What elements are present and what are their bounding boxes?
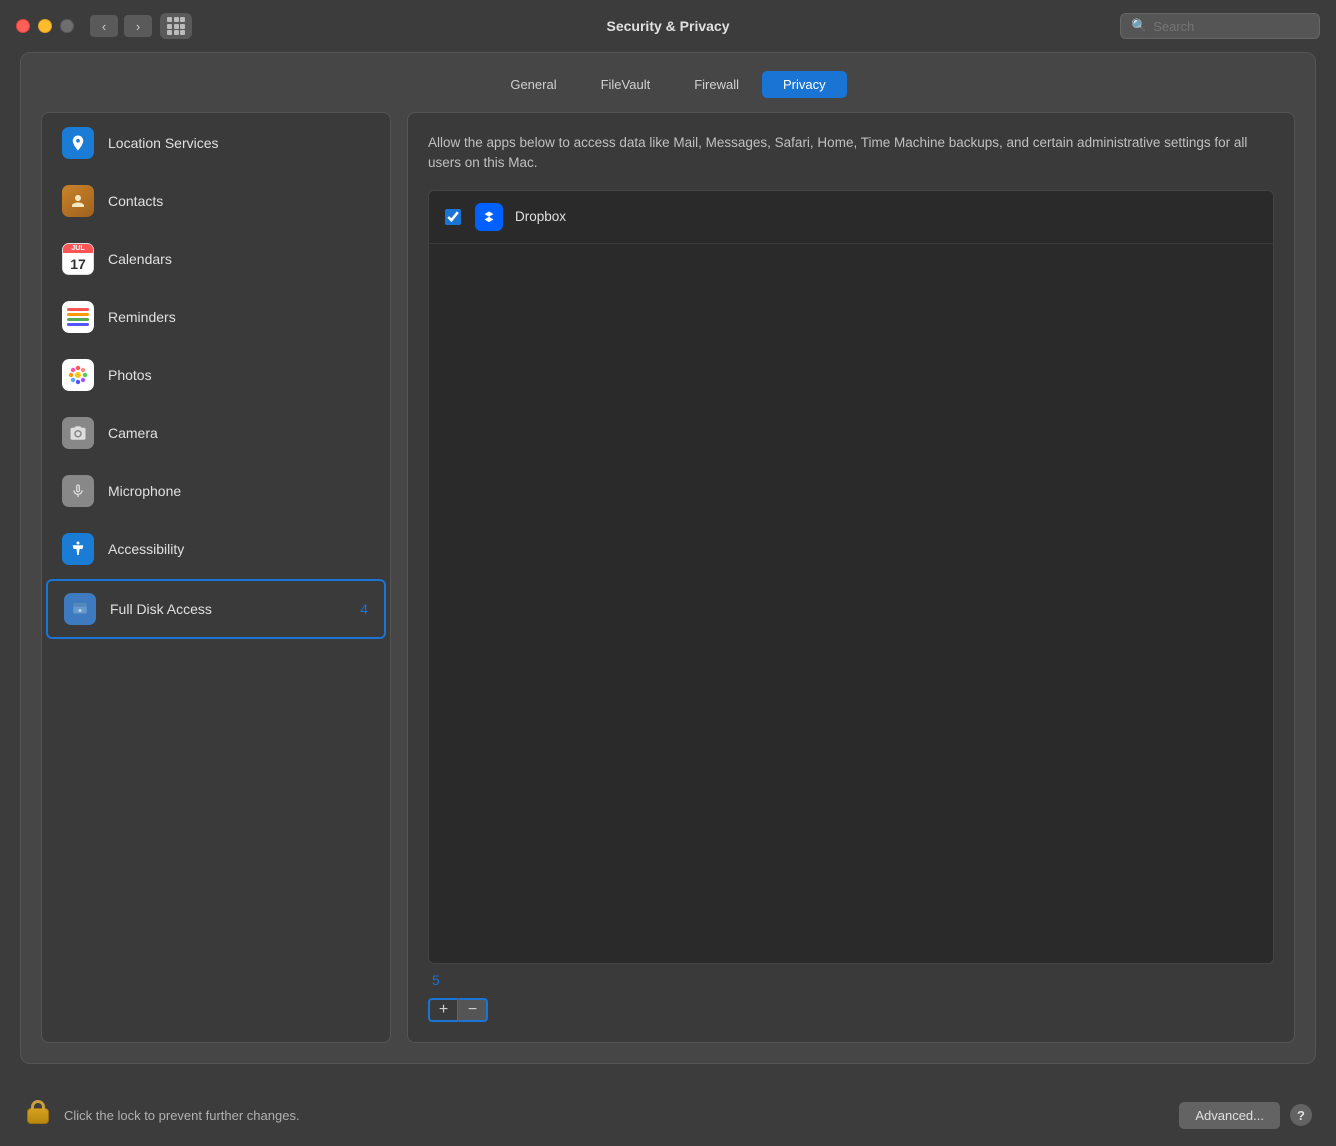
tab-privacy[interactable]: Privacy (762, 71, 847, 98)
traffic-lights (16, 19, 74, 33)
sidebar-item-microphone[interactable]: Microphone (46, 463, 386, 519)
sidebar-item-label-reminders: Reminders (108, 309, 176, 325)
lock-shackle (31, 1100, 45, 1110)
sidebar-item-camera[interactable]: Camera (46, 405, 386, 461)
app-item-dropbox[interactable]: Dropbox (429, 191, 1273, 244)
reminders-icon (62, 301, 94, 333)
right-panel: Allow the apps below to access data like… (407, 112, 1295, 1043)
nav-buttons: ‹ › (90, 15, 152, 37)
search-bar[interactable]: 🔍 (1120, 13, 1320, 39)
microphone-icon (62, 475, 94, 507)
sidebar-item-reminders[interactable]: Reminders (46, 289, 386, 345)
zoom-button[interactable] (60, 19, 74, 33)
sidebar-item-photos[interactable]: Photos (46, 347, 386, 403)
tab-general[interactable]: General (489, 71, 577, 98)
panel-description: Allow the apps below to access data like… (428, 133, 1274, 174)
sidebar-item-accessibility[interactable]: Accessibility (46, 521, 386, 577)
sidebar[interactable]: Location Services Contacts JUL 17 (41, 112, 391, 1043)
sidebar-item-location-services[interactable]: Location Services (46, 115, 386, 171)
sidebar-item-label-location-services: Location Services (108, 135, 219, 151)
advanced-button[interactable]: Advanced... (1179, 1102, 1280, 1129)
sidebar-item-label-camera: Camera (108, 425, 158, 441)
main-window: General FileVault Firewall Privacy Locat… (20, 52, 1316, 1064)
calendars-icon: JUL 17 (62, 243, 94, 275)
search-icon: 🔍 (1131, 18, 1147, 34)
dropbox-checkbox[interactable] (445, 209, 461, 225)
camera-icon (62, 417, 94, 449)
minimize-button[interactable] (38, 19, 52, 33)
location-icon (62, 127, 94, 159)
add-app-button[interactable]: + (428, 998, 458, 1022)
tabs-bar: General FileVault Firewall Privacy (21, 53, 1315, 112)
titlebar: ‹ › Security & Privacy 🔍 (0, 0, 1336, 52)
help-button[interactable]: ? (1290, 1104, 1312, 1126)
dropbox-icon (475, 203, 503, 231)
apps-list[interactable]: Dropbox (428, 190, 1274, 965)
sidebar-item-label-calendars: Calendars (108, 251, 172, 267)
window-title: Security & Privacy (607, 18, 730, 34)
sidebar-item-label-contacts: Contacts (108, 193, 163, 209)
sidebar-item-label-microphone: Microphone (108, 483, 181, 499)
photos-icon (62, 359, 94, 391)
close-button[interactable] (16, 19, 30, 33)
app-name-dropbox: Dropbox (515, 209, 566, 224)
sidebar-item-label-accessibility: Accessibility (108, 541, 184, 557)
grid-icon (167, 17, 185, 35)
tab-firewall[interactable]: Firewall (673, 71, 760, 98)
full-disk-badge: 4 (360, 601, 368, 617)
list-actions: + − (428, 998, 488, 1022)
sidebar-item-full-disk-access[interactable]: Full Disk Access 4 (46, 579, 386, 639)
back-button[interactable]: ‹ (90, 15, 118, 37)
bottom-bar: Click the lock to prevent further change… (0, 1084, 1336, 1146)
lock-icon[interactable] (24, 1098, 52, 1132)
sidebar-item-label-full-disk-access: Full Disk Access (110, 601, 212, 617)
sidebar-item-label-photos: Photos (108, 367, 152, 383)
remove-app-button[interactable]: − (458, 998, 488, 1022)
full-disk-icon (64, 593, 96, 625)
contacts-icon (62, 185, 94, 217)
sidebar-item-calendars[interactable]: JUL 17 Calendars (46, 231, 386, 287)
accessibility-icon (62, 533, 94, 565)
lock-body (27, 1108, 49, 1124)
content-area: Location Services Contacts JUL 17 (21, 112, 1315, 1063)
sidebar-item-contacts[interactable]: Contacts (46, 173, 386, 229)
grid-view-button[interactable] (160, 13, 192, 39)
tab-filevault[interactable]: FileVault (580, 71, 672, 98)
scroll-indicator: 5 (428, 968, 440, 990)
forward-button[interactable]: › (124, 15, 152, 37)
lock-text: Click the lock to prevent further change… (64, 1108, 1179, 1123)
search-input[interactable] (1153, 19, 1309, 34)
